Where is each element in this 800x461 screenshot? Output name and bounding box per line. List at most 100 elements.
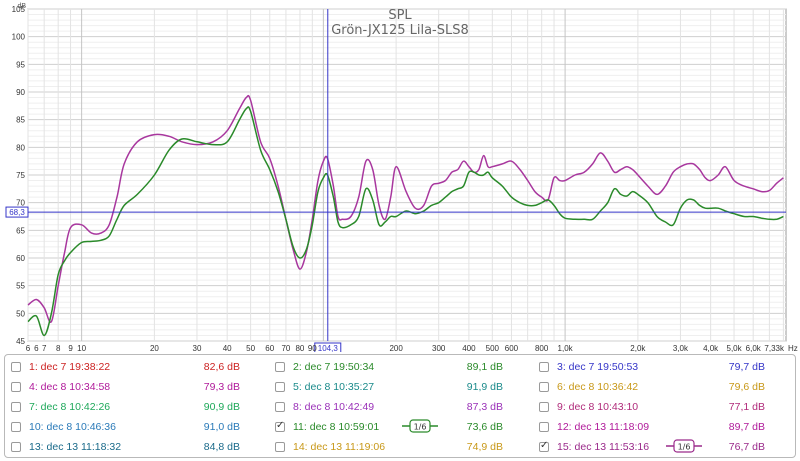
legend-value: 87,3 dB [466,401,503,413]
legend-value: 79,7 dB [728,361,765,373]
x-tick-label: 60 [265,344,274,352]
legend-value: 76,7 dB [728,441,765,453]
x-tick-label: 7 [42,344,47,352]
legend-value: 90,9 dB [203,401,240,413]
legend-label: 12: dec 13 11:18:09 [557,421,650,433]
legend-item[interactable]: 11: dec 8 10:59:01 73,6 dB 1/6 [275,418,531,436]
legend-item[interactable]: 2: dec 7 19:50:34 89,1 dB [275,358,531,376]
x-tick-label: 30 [193,344,202,352]
legend-label: 5: dec 8 10:35:27 [293,381,375,393]
legend-checkbox[interactable] [275,402,285,412]
legend-checkbox[interactable] [275,382,285,392]
legend-checkbox[interactable] [275,420,285,432]
legend-item[interactable]: 7: dec 8 10:42:26 90,9 dB [11,398,267,416]
legend-label: 8: dec 8 10:42:49 [293,401,375,413]
smoothing-label: 1/6 [414,423,427,432]
legend-label: 11: dec 8 10:59:01 [293,421,380,433]
y-tick-label: 45 [16,337,25,346]
legend-checkbox[interactable] [11,402,21,412]
x-tick-label: 400 [462,344,476,352]
legend-checkbox[interactable] [11,422,21,432]
x-tick-label: 7,33k [764,344,785,352]
y-tick-label: 60 [16,254,25,263]
legend-checkbox[interactable] [539,382,549,392]
legend-label: 9: dec 8 10:43:10 [557,401,639,413]
legend-value: 79,3 dB [203,381,240,393]
legend-label: 7: dec 8 10:42:26 [29,401,111,413]
legend-item[interactable]: 15: dec 13 11:53:16 76,7 dB 1/6 [539,438,795,456]
x-tick-label: 3,0k [673,344,689,352]
legend-value: 89,7 dB [728,421,765,433]
y-tick-label: 70 [16,199,25,208]
legend-label: 1: dec 7 19:38:22 [29,361,111,373]
y-tick-label: 85 [16,116,25,125]
legend-value: 89,1 dB [466,361,503,373]
legend-item[interactable]: 10: dec 8 10:46:36 91,0 dB [11,418,267,436]
legend-item[interactable]: 12: dec 13 11:18:09 89,7 dB [539,418,795,436]
y-unit-label: dB [17,3,26,10]
y-tick-label: 55 [16,282,25,291]
legend-label: 14: dec 13 11:19:06 [293,441,386,453]
legend-checkbox[interactable] [11,382,21,392]
legend-label: 2: dec 7 19:50:34 [293,361,375,373]
x-tick-label: 500 [486,344,500,352]
measurement-legend: 1: dec 7 19:38:22 82,6 dB 2: dec 7 19:50:3… [4,354,796,458]
x-tick-label: 10 [77,344,86,352]
x-tick-label: 4,0k [703,344,719,352]
x-tick-label: 9 [68,344,73,352]
legend-checkbox[interactable] [539,422,549,432]
legend-item[interactable]: 3: dec 7 19:50:53 79,7 dB [539,358,795,376]
x-tick-label: 1,0k [558,344,574,352]
x-tick-label: 8 [56,344,61,352]
legend-checkbox[interactable] [539,362,549,372]
legend-checkbox[interactable] [539,440,549,452]
x-tick-label: 5,0k [727,344,743,352]
x-tick-label: 20 [150,344,159,352]
legend-item[interactable]: 6: dec 8 10:36:42 79,6 dB [539,378,795,396]
legend-value: 91,0 dB [203,421,240,433]
cursor-x-readout: 104,3 [318,344,339,352]
legend-item[interactable]: 9: dec 8 10:43:10 77,1 dB [539,398,795,416]
legend-item[interactable]: 13: dec 13 11:18:32 84,8 dB [11,438,267,456]
x-tick-label: 70 [281,344,290,352]
legend-value: 79,6 dB [728,381,765,393]
legend-value: 74,9 dB [466,441,503,453]
cursor-y-readout: 68,3 [9,208,25,217]
legend-label: 6: dec 8 10:36:42 [557,381,639,393]
legend-checkbox[interactable] [539,402,549,412]
smoothing-label: 1/6 [678,443,691,452]
x-tick-label: 40 [223,344,232,352]
chart-subtitle: Grön-JX125 Lila-SLS8 [331,23,469,38]
spl-chart: 68,3104,3 4550556065707580859095100105 6… [0,0,800,352]
legend-label: 3: dec 7 19:50:53 [557,361,639,373]
smoothing-icon[interactable]: 1/6 [402,419,438,433]
legend-item[interactable]: 14: dec 13 11:19:06 74,9 dB [275,438,531,456]
smoothing-icon[interactable]: 1/6 [666,439,702,453]
legend-checkbox[interactable] [11,362,21,372]
legend-checkbox[interactable] [275,442,285,452]
legend-item[interactable]: 1: dec 7 19:38:22 82,6 dB [11,358,267,376]
y-tick-label: 80 [16,143,25,152]
y-tick-label: 75 [16,171,25,180]
legend-value: 91,9 dB [466,381,503,393]
legend-label: 4: dec 8 10:34:58 [29,381,111,393]
x-tick-label: 800 [535,344,549,352]
legend-label: 13: dec 13 11:18:32 [29,441,122,453]
x-tick-label: 6 [34,344,39,352]
x-tick-label: 600 [505,344,519,352]
legend-item[interactable]: 5: dec 8 10:35:27 91,9 dB [275,378,531,396]
legend-label: 15: dec 13 11:53:16 [557,441,650,453]
x-tick-label: 80 [295,344,304,352]
x-tick-label: 300 [432,344,446,352]
x-unit-label: Hz [788,344,798,352]
legend-item[interactable]: 8: dec 8 10:42:49 87,3 dB [275,398,531,416]
x-tick-label: 200 [389,344,403,352]
y-tick-label: 50 [16,309,25,318]
x-tick-label: 50 [246,344,255,352]
legend-checkbox[interactable] [275,362,285,372]
legend-item[interactable]: 4: dec 8 10:34:58 79,3 dB [11,378,267,396]
chart-title: SPL [388,8,412,23]
legend-value: 77,1 dB [728,401,765,413]
legend-checkbox[interactable] [11,442,21,452]
legend-label: 10: dec 8 10:46:36 [29,421,116,433]
